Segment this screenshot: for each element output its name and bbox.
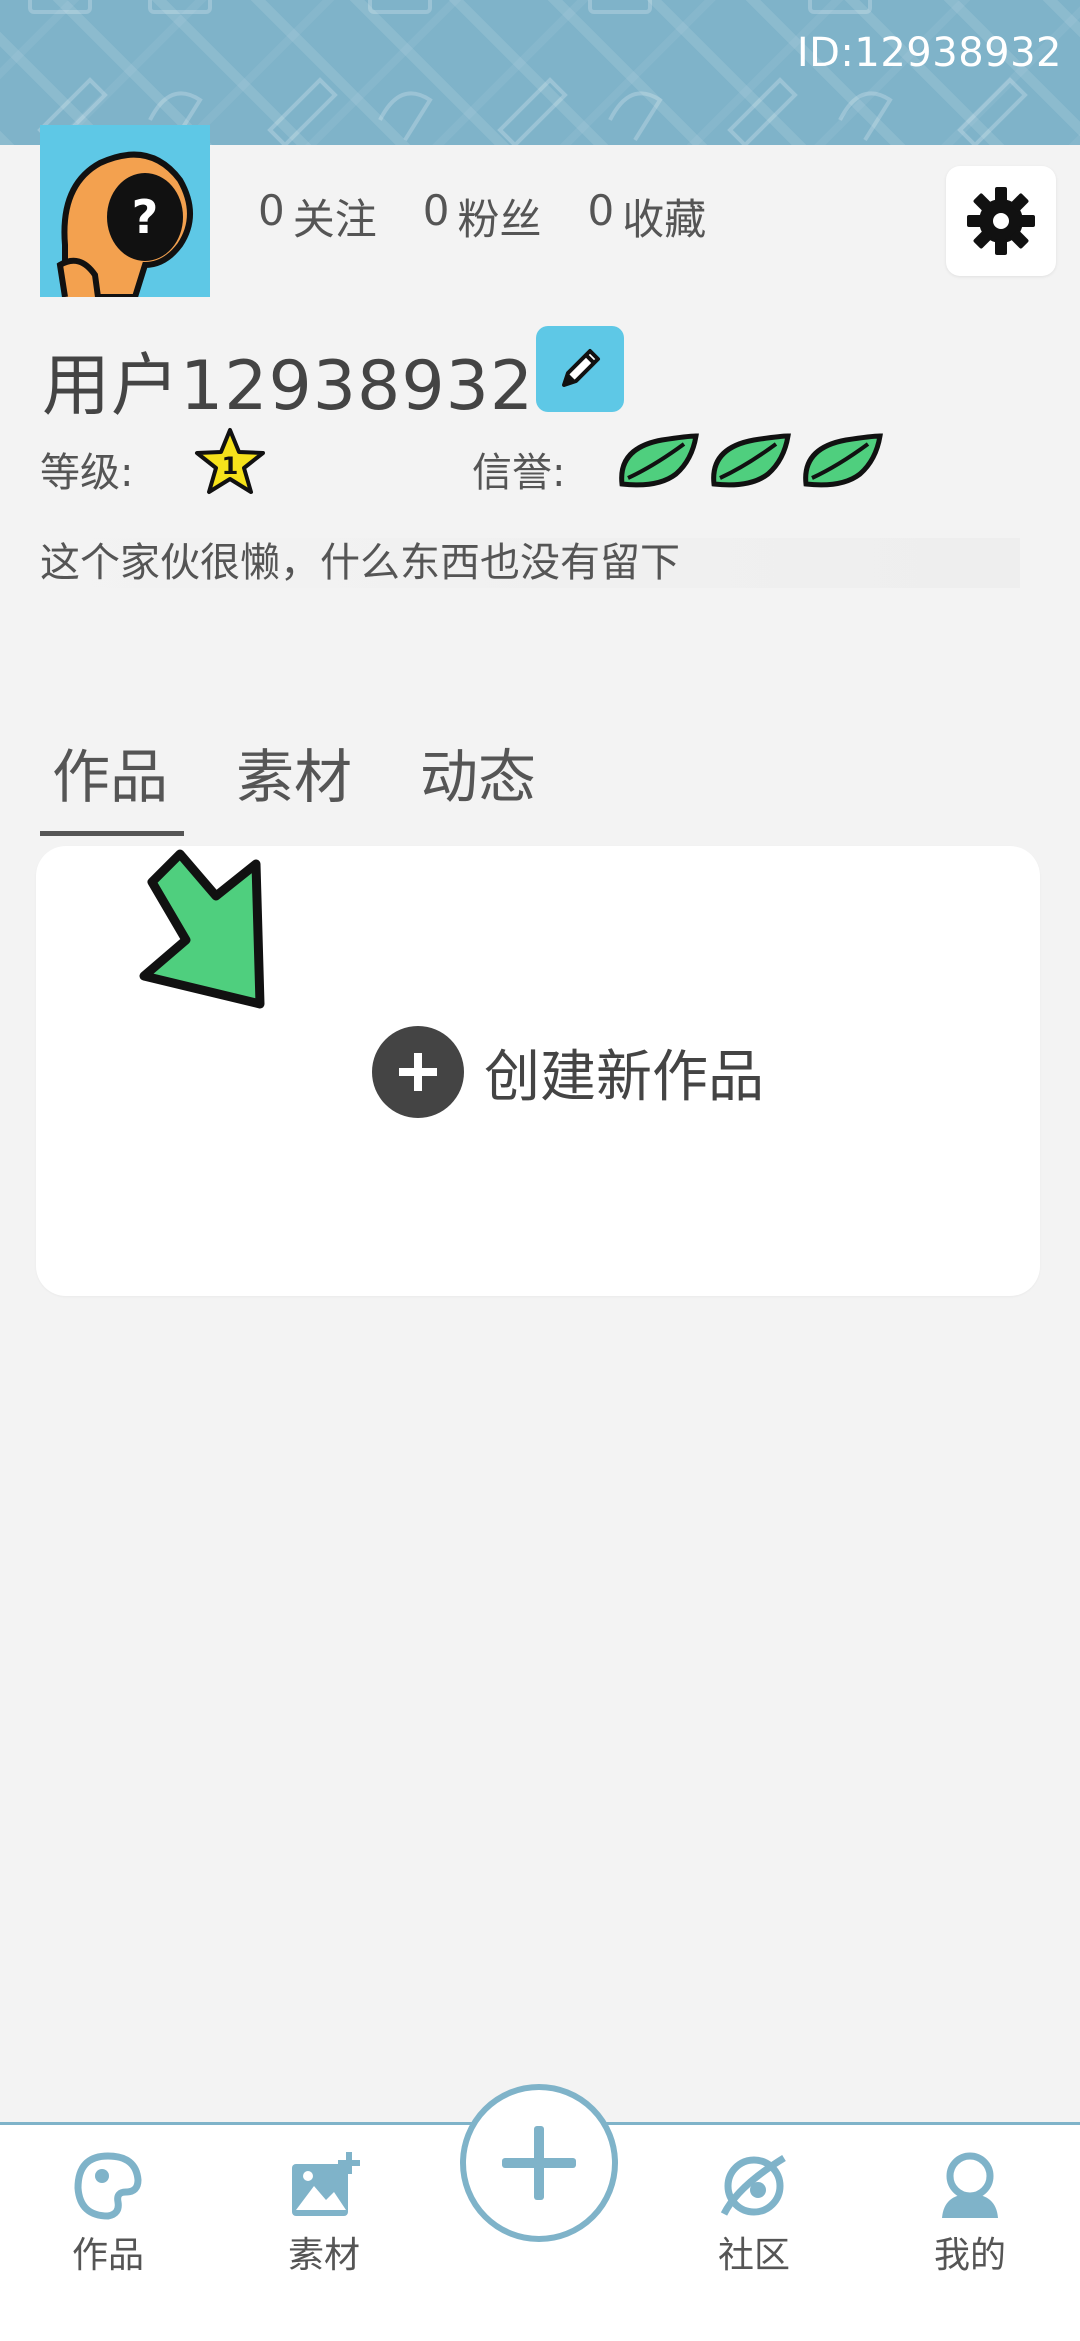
planet-icon: [720, 2155, 786, 2216]
level-value: 1: [222, 452, 239, 480]
svg-text:?: ?: [132, 190, 159, 244]
leaf-icon: [619, 433, 699, 488]
edit-profile-button[interactable]: [536, 326, 624, 412]
tab-activity[interactable]: 动态: [420, 730, 536, 828]
user-id-label: ID:12938932: [796, 30, 1062, 76]
level-star-icon: 1: [192, 424, 268, 504]
profile-header-banner: ID:12938932: [0, 0, 1080, 145]
username: 用户12938932: [42, 347, 535, 426]
nav-materials[interactable]: 素材: [254, 2150, 394, 2278]
create-new-work-label: 创建新作品: [484, 1044, 764, 1110]
stat-favorites[interactable]: 0 收藏: [588, 186, 707, 247]
nav-mine[interactable]: 我的: [900, 2150, 1040, 2278]
nav-works-label: 作品: [71, 2235, 144, 2276]
image-add-icon: [292, 2152, 360, 2216]
profile-bust-icon: [942, 2152, 998, 2218]
pencil-icon: [562, 349, 600, 387]
nav-mine-label: 我的: [933, 2235, 1006, 2276]
stat-following-label: 关注: [292, 195, 377, 244]
stat-following[interactable]: 0 关注: [258, 186, 377, 247]
stat-following-count: 0: [258, 186, 285, 235]
profile-stats: 0 关注 0 粉丝 0 收藏: [258, 186, 706, 247]
plus-circle-icon: [372, 1026, 464, 1118]
stat-favorites-count: 0: [587, 186, 615, 235]
gear-icon: [967, 187, 1035, 255]
stat-followers-label: 粉丝: [457, 195, 542, 244]
avatar-image: ?: [40, 125, 210, 297]
nav-community-label: 社区: [717, 2235, 790, 2276]
reputation-leaves: [614, 430, 884, 490]
palette-icon: [74, 2152, 142, 2220]
nav-community[interactable]: 社区: [684, 2150, 824, 2278]
stat-followers-count: 0: [422, 186, 450, 235]
profile-tabs: 作品 素材 动态: [39, 730, 536, 836]
pointer-arrow-icon: [132, 842, 272, 1026]
plus-icon: [502, 2126, 576, 2200]
avatar[interactable]: ?: [40, 125, 210, 297]
settings-button[interactable]: [946, 166, 1056, 276]
leaf-icon: [803, 433, 883, 488]
create-new-work-button[interactable]: 创建新作品: [372, 1026, 764, 1118]
stat-followers[interactable]: 0 粉丝: [423, 186, 542, 247]
tab-materials[interactable]: 素材: [236, 730, 352, 828]
leaf-icon: [711, 433, 791, 488]
nav-materials-label: 素材: [287, 2235, 360, 2276]
profile-bio[interactable]: 这个家伙很懒，什么东西也没有留下: [40, 538, 1020, 588]
stat-favorites-label: 收藏: [622, 195, 707, 244]
nav-center-add-button[interactable]: [460, 2084, 618, 2242]
nav-works[interactable]: 作品: [38, 2150, 178, 2278]
reputation-label: 信誉:: [472, 450, 566, 496]
tab-works[interactable]: 作品: [39, 730, 185, 836]
level-label: 等级:: [40, 450, 134, 496]
